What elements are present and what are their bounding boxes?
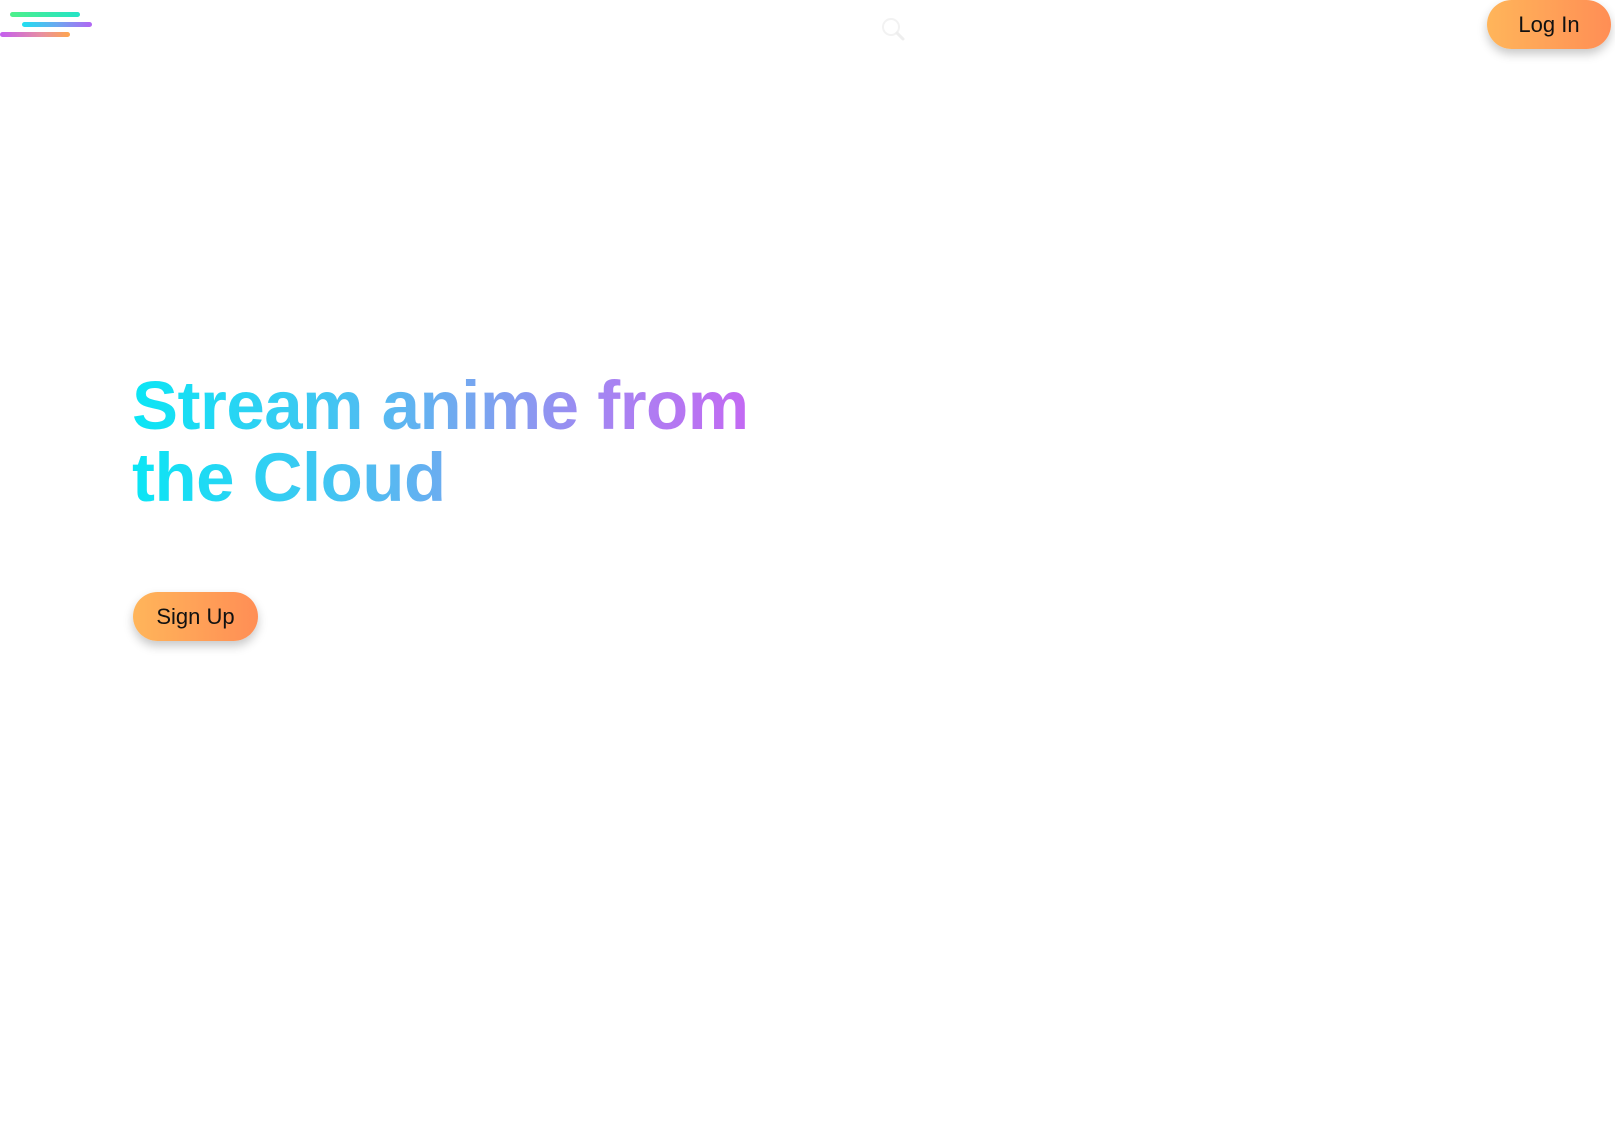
login-button[interactable]: Log In bbox=[1487, 0, 1611, 49]
logo-bar-blue-purple bbox=[22, 22, 92, 27]
logo-bar-green bbox=[10, 12, 80, 17]
logo-icon[interactable] bbox=[0, 10, 95, 42]
search-icon[interactable] bbox=[880, 16, 906, 42]
hero-title-line-1: Stream anime from bbox=[132, 367, 749, 444]
hero-title: Stream anime from the Cloud bbox=[132, 370, 772, 514]
hero-title-line-2: the Cloud bbox=[132, 439, 446, 516]
landing-page: Log In Stream anime from the Cloud Sign … bbox=[0, 0, 1615, 1133]
logo-bar-purple-orange bbox=[0, 32, 70, 37]
signup-button[interactable]: Sign Up bbox=[133, 592, 258, 641]
